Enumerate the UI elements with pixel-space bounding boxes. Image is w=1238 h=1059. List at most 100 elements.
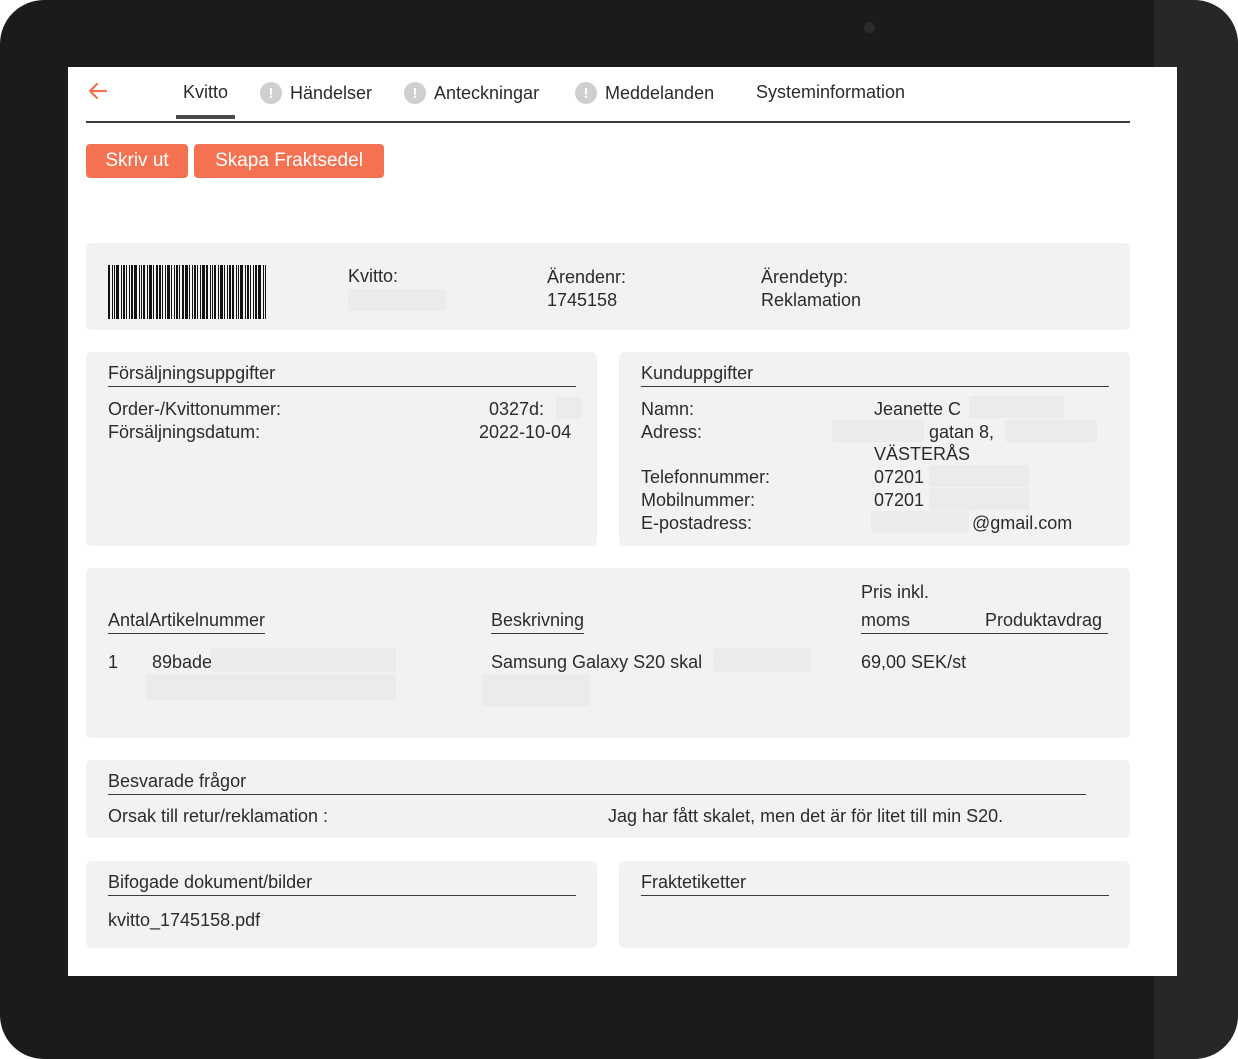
barcode-bar	[197, 265, 198, 319]
barcode-bar	[129, 265, 130, 319]
tab-handelser[interactable]: ! Händelser	[260, 82, 372, 104]
item-description: Samsung Galaxy S20 skal	[491, 652, 703, 672]
barcode-bar	[194, 265, 196, 319]
shipping-labels-card: Fraktetiketter	[619, 861, 1130, 948]
barcode-bar	[212, 265, 213, 319]
barcode-bar	[179, 265, 180, 319]
app-screen: Kvitto ! Händelser ! Anteckningar ! Medd…	[68, 67, 1177, 976]
phone-label: Telefonnummer:	[641, 467, 771, 487]
redacted-article-rest	[211, 648, 396, 672]
barcode-bar	[147, 265, 148, 319]
tab-label: Systeminformation	[756, 82, 906, 102]
case-type-label: Ärendetyp:	[761, 267, 849, 287]
barcode-bar	[167, 265, 170, 319]
case-number-value: 1745158	[547, 290, 618, 310]
barcode-bar	[131, 265, 133, 319]
sales-details-card: Försäljningsuppgifter Order-/Kvittonumme…	[86, 352, 597, 546]
barcode-bar	[126, 265, 127, 319]
barcode-bar	[247, 265, 249, 319]
attachment-file-link[interactable]: kvitto_1745158.pdf	[108, 910, 260, 931]
redacted-receipt-number	[348, 289, 446, 311]
item-qty: 1	[108, 652, 119, 672]
barcode-bar	[263, 265, 264, 319]
customer-details-title: Kunduppgifter	[641, 363, 1109, 387]
col-deduction: Produktavdrag	[985, 610, 1103, 630]
barcode-bar	[171, 265, 172, 319]
redacted-description-line2	[482, 674, 590, 706]
items-card: AntalArtikelnummer Beskrivning Pris inkl…	[86, 568, 1130, 738]
barcode-bar	[258, 265, 261, 319]
barcode-image	[108, 265, 302, 319]
tab-label: Kvitto	[183, 82, 229, 102]
case-number-label: Ärendenr:	[547, 267, 627, 287]
barcode-bar	[108, 265, 110, 319]
redacted-description-rest	[713, 648, 811, 672]
create-waybill-button[interactable]: Skapa Fraktsedel	[194, 144, 384, 178]
barcode-bar	[227, 265, 228, 319]
barcode-bar	[153, 265, 154, 319]
barcode-bar	[134, 265, 137, 319]
redacted-zip	[1005, 420, 1097, 442]
barcode-bar	[240, 265, 243, 319]
item-price: 69,00 SEK/st	[861, 652, 967, 672]
mobile-label: Mobilnummer:	[641, 490, 756, 510]
tab-anteckningar[interactable]: ! Anteckningar	[404, 82, 539, 104]
redacted-phone	[929, 465, 1029, 487]
barcode-bar	[255, 265, 257, 319]
tab-systeminformation[interactable]: Systeminformation	[756, 82, 905, 103]
barcode-bar	[214, 265, 216, 319]
barcode-bar	[189, 265, 190, 319]
col-qty-article: AntalArtikelnummer	[108, 610, 266, 634]
redacted-article-line2	[146, 674, 396, 700]
email-value: @gmail.com	[972, 513, 1073, 533]
barcode-bar	[112, 265, 113, 319]
alert-icon: !	[404, 82, 426, 104]
barcode-bar	[238, 265, 239, 319]
barcode-bar	[250, 265, 251, 319]
order-number-value: 0327d:	[489, 399, 545, 419]
tab-label: Händelser	[290, 82, 373, 103]
barcode-bar	[232, 265, 234, 319]
barcode-bar	[162, 265, 163, 319]
barcode-bar	[143, 265, 145, 319]
camera-dot	[864, 22, 875, 33]
barcode-bar	[165, 265, 166, 319]
print-button[interactable]: Skriv ut	[86, 144, 188, 178]
barcode-bar	[116, 265, 119, 319]
answered-questions-title: Besvarade frågor	[108, 771, 1086, 795]
redacted-email-user	[871, 511, 969, 533]
attachments-card: Bifogade dokument/bilder kvitto_1745158.…	[86, 861, 597, 948]
barcode-bar	[114, 265, 115, 319]
attachments-title: Bifogade dokument/bilder	[108, 872, 576, 896]
barcode-bar	[236, 265, 237, 319]
shipping-labels-title: Fraktetiketter	[641, 872, 1109, 896]
tab-meddelanden[interactable]: ! Meddelanden	[575, 82, 714, 104]
tablet-frame: Kvitto ! Händelser ! Anteckningar ! Medd…	[0, 0, 1238, 1059]
back-arrow-icon[interactable]	[86, 79, 110, 103]
barcode-bar	[159, 265, 161, 319]
barcode-bar	[176, 265, 178, 319]
col-price-line1: Pris inkl.	[861, 582, 930, 602]
barcode-bar	[149, 265, 152, 319]
customer-details-card: Kunduppgifter Namn: Jeanette C Adress: g…	[619, 352, 1130, 546]
barcode-bar	[200, 265, 201, 319]
tab-bar: Kvitto ! Händelser ! Anteckningar ! Medd…	[86, 67, 1130, 123]
barcode-bar	[192, 265, 193, 319]
answered-questions-card: Besvarade frågor Orsak till retur/reklam…	[86, 760, 1130, 838]
tab-kvitto[interactable]: Kvitto	[175, 82, 236, 119]
tab-label: Anteckningar	[434, 82, 540, 103]
reason-label: Orsak till retur/reklamation :	[108, 806, 329, 826]
sales-details-title: Försäljningsuppgifter	[108, 363, 576, 387]
receipt-header-card: Kvitto: Ärendenr: 1745158 Ärendetyp: Rek…	[86, 243, 1130, 330]
redacted-mobile	[929, 488, 1029, 510]
email-label: E-postadress:	[641, 513, 753, 533]
phone-value: 07201	[874, 467, 925, 487]
barcode-bar	[245, 265, 246, 319]
barcode-bar	[121, 265, 122, 319]
barcode-bar	[210, 265, 211, 319]
barcode-bar	[182, 265, 184, 319]
redacted-order-number	[556, 397, 582, 419]
name-value: Jeanette C	[874, 399, 962, 419]
mobile-value: 07201	[874, 490, 925, 510]
alert-icon: !	[575, 82, 597, 104]
